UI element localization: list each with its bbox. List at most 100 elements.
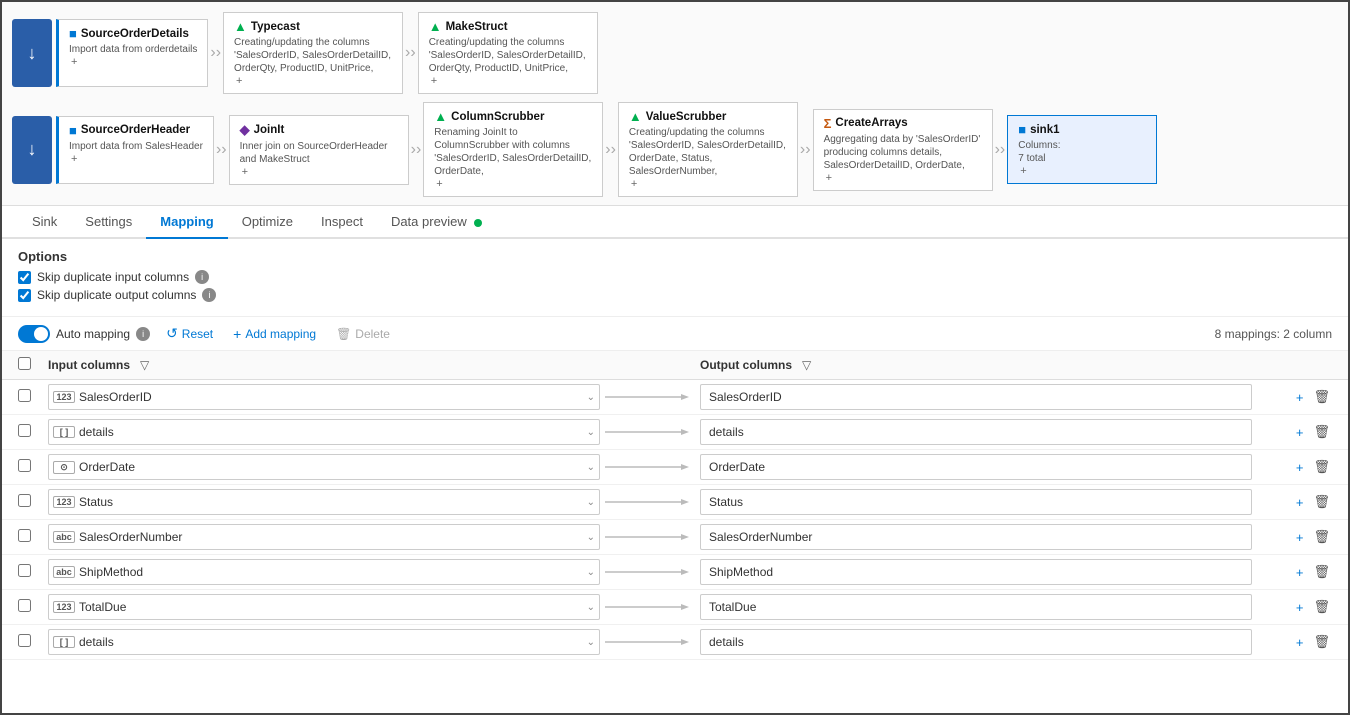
tab-optimize[interactable]: Optimize — [228, 206, 307, 239]
add-row-btn-1[interactable]: + — [1294, 423, 1306, 442]
reset-button[interactable]: ↺ Reset — [162, 323, 217, 344]
typecast-icon: ▲ — [234, 19, 247, 34]
reset-icon: ↺ — [166, 325, 178, 342]
output-field-6[interactable]: TotalDue — [700, 594, 1252, 620]
sink1-columns-label: Columns: — [1018, 139, 1060, 152]
actions-col-4: + 🗑 — [1252, 527, 1332, 547]
input-field-wrap-3[interactable]: 123 Status ⌄ — [48, 489, 600, 515]
input-field-wrap-5[interactable]: abc ShipMethod ⌄ — [48, 559, 600, 585]
output-field-5[interactable]: ShipMethod — [700, 559, 1252, 585]
input-field-wrap-7[interactable]: [ ] details ⌄ — [48, 629, 600, 655]
type-badge-7: [ ] — [53, 636, 75, 648]
node-join-it[interactable]: ◆ JoinIt Inner join on SourceOrderHeader… — [229, 115, 409, 185]
node-column-scrubber-title: ▲ ColumnScrubber — [434, 109, 544, 124]
row-checkbox-3[interactable] — [18, 494, 31, 507]
chevron-icon-7[interactable]: ⌄ — [587, 637, 595, 648]
chevron-icon-1[interactable]: ⌄ — [587, 427, 595, 438]
node-sink1[interactable]: ■ sink1 Columns: 7 total + — [1007, 115, 1157, 184]
arrow-1-2: ›› — [208, 44, 223, 62]
column-scrubber-plus[interactable]: + — [436, 178, 442, 190]
value-scrubber-plus[interactable]: + — [631, 178, 637, 190]
node-source-order-details[interactable]: ■ SourceOrderDetails Import data from or… — [56, 19, 208, 87]
row-checkbox-7[interactable] — [18, 634, 31, 647]
add-row-btn-2[interactable]: + — [1294, 458, 1306, 477]
tab-data-preview[interactable]: Data preview — [377, 206, 497, 239]
input-field-wrap-1[interactable]: [ ] details ⌄ — [48, 419, 600, 445]
add-row-btn-4[interactable]: + — [1294, 528, 1306, 547]
add-row-btn-5[interactable]: + — [1294, 563, 1306, 582]
output-col-4: SalesOrderNumber — [700, 524, 1252, 550]
output-field-3[interactable]: Status — [700, 489, 1252, 515]
row-check-6 — [18, 599, 48, 615]
row-checkbox-5[interactable] — [18, 564, 31, 577]
select-all-checkbox[interactable] — [18, 357, 31, 370]
delete-row-btn-1[interactable]: 🗑 — [1311, 422, 1332, 442]
row-checkbox-6[interactable] — [18, 599, 31, 612]
row-checkbox-4[interactable] — [18, 529, 31, 542]
output-filter-icon[interactable]: ▽ — [802, 358, 811, 372]
delete-row-btn-5[interactable]: 🗑 — [1311, 562, 1332, 582]
chevron-icon-5[interactable]: ⌄ — [587, 567, 595, 578]
input-field-wrap-4[interactable]: abc SalesOrderNumber ⌄ — [48, 524, 600, 550]
delete-row-btn-0[interactable]: 🗑 — [1311, 387, 1332, 407]
header-check-col — [18, 357, 48, 373]
source-order-header-plus[interactable]: + — [71, 153, 77, 165]
actions-col-2: + 🗑 — [1252, 457, 1332, 477]
row-check-2 — [18, 459, 48, 475]
source-order-details-plus[interactable]: + — [71, 56, 77, 68]
node-source-order-header[interactable]: ■ SourceOrderHeader Import data from Sal… — [56, 116, 214, 184]
delete-button[interactable]: 🗑 Delete — [332, 325, 394, 343]
add-row-btn-0[interactable]: + — [1294, 388, 1306, 407]
delete-row-btn-3[interactable]: 🗑 — [1311, 492, 1332, 512]
arrow-line-0 — [600, 391, 700, 403]
delete-row-btn-6[interactable]: 🗑 — [1311, 597, 1332, 617]
options-title: Options — [18, 249, 1332, 264]
tab-settings[interactable]: Settings — [71, 206, 146, 239]
add-row-btn-6[interactable]: + — [1294, 598, 1306, 617]
add-row-btn-7[interactable]: + — [1294, 633, 1306, 652]
skip-duplicate-output-checkbox[interactable] — [18, 289, 31, 302]
skip-duplicate-input-checkbox[interactable] — [18, 271, 31, 284]
add-row-btn-3[interactable]: + — [1294, 493, 1306, 512]
chevron-icon-0[interactable]: ⌄ — [587, 392, 595, 403]
delete-row-btn-7[interactable]: 🗑 — [1311, 632, 1332, 652]
node-make-struct[interactable]: ▲ MakeStruct Creating/updating the colum… — [418, 12, 598, 94]
data-preview-dot — [474, 219, 482, 227]
row-checkbox-0[interactable] — [18, 389, 31, 402]
tab-inspect[interactable]: Inspect — [307, 206, 377, 239]
node-source-order-header-container: ↓ ■ SourceOrderHeader Import data from S… — [12, 116, 214, 184]
input-field-wrap-0[interactable]: 123 SalesOrderID ⌄ — [48, 384, 600, 410]
input-filter-icon[interactable]: ▽ — [140, 358, 149, 372]
chevron-icon-3[interactable]: ⌄ — [587, 497, 595, 508]
make-struct-plus[interactable]: + — [431, 75, 437, 87]
add-mapping-button[interactable]: + Add mapping — [229, 324, 320, 344]
row-checkbox-2[interactable] — [18, 459, 31, 472]
node-typecast[interactable]: ▲ Typecast Creating/updating the columns… — [223, 12, 403, 94]
skip-duplicate-input-row: Skip duplicate input columns i — [18, 270, 1332, 284]
output-field-4[interactable]: SalesOrderNumber — [700, 524, 1252, 550]
row-checkbox-1[interactable] — [18, 424, 31, 437]
node-column-scrubber[interactable]: ▲ ColumnScrubber Renaming JoinIt to Colu… — [423, 102, 603, 197]
output-field-1[interactable]: details — [700, 419, 1252, 445]
chevron-icon-6[interactable]: ⌄ — [587, 602, 595, 613]
table-row: [ ] details ⌄ details + 🗑 — [2, 415, 1348, 450]
delete-row-btn-4[interactable]: 🗑 — [1311, 527, 1332, 547]
node-create-arrays[interactable]: Σ CreateArrays Aggregating data by 'Sale… — [813, 109, 993, 191]
output-field-2[interactable]: OrderDate — [700, 454, 1252, 480]
output-field-0[interactable]: SalesOrderID — [700, 384, 1252, 410]
sink1-plus[interactable]: + — [1020, 165, 1026, 177]
create-arrays-plus[interactable]: + — [826, 172, 832, 184]
chevron-icon-4[interactable]: ⌄ — [587, 532, 595, 543]
tab-sink[interactable]: Sink — [18, 206, 71, 239]
input-field-wrap-6[interactable]: 123 TotalDue ⌄ — [48, 594, 600, 620]
typecast-plus[interactable]: + — [236, 75, 242, 87]
input-field-wrap-2[interactable]: ⊙ OrderDate ⌄ — [48, 454, 600, 480]
node-value-scrubber[interactable]: ▲ ValueScrubber Creating/updating the co… — [618, 102, 798, 197]
chevron-icon-2[interactable]: ⌄ — [587, 462, 595, 473]
auto-mapping-toggle[interactable] — [18, 325, 50, 343]
tab-mapping[interactable]: Mapping — [146, 206, 227, 239]
output-field-7[interactable]: details — [700, 629, 1252, 655]
join-it-plus[interactable]: + — [242, 166, 248, 178]
delete-row-btn-2[interactable]: 🗑 — [1311, 457, 1332, 477]
arrow-line-5 — [600, 566, 700, 578]
